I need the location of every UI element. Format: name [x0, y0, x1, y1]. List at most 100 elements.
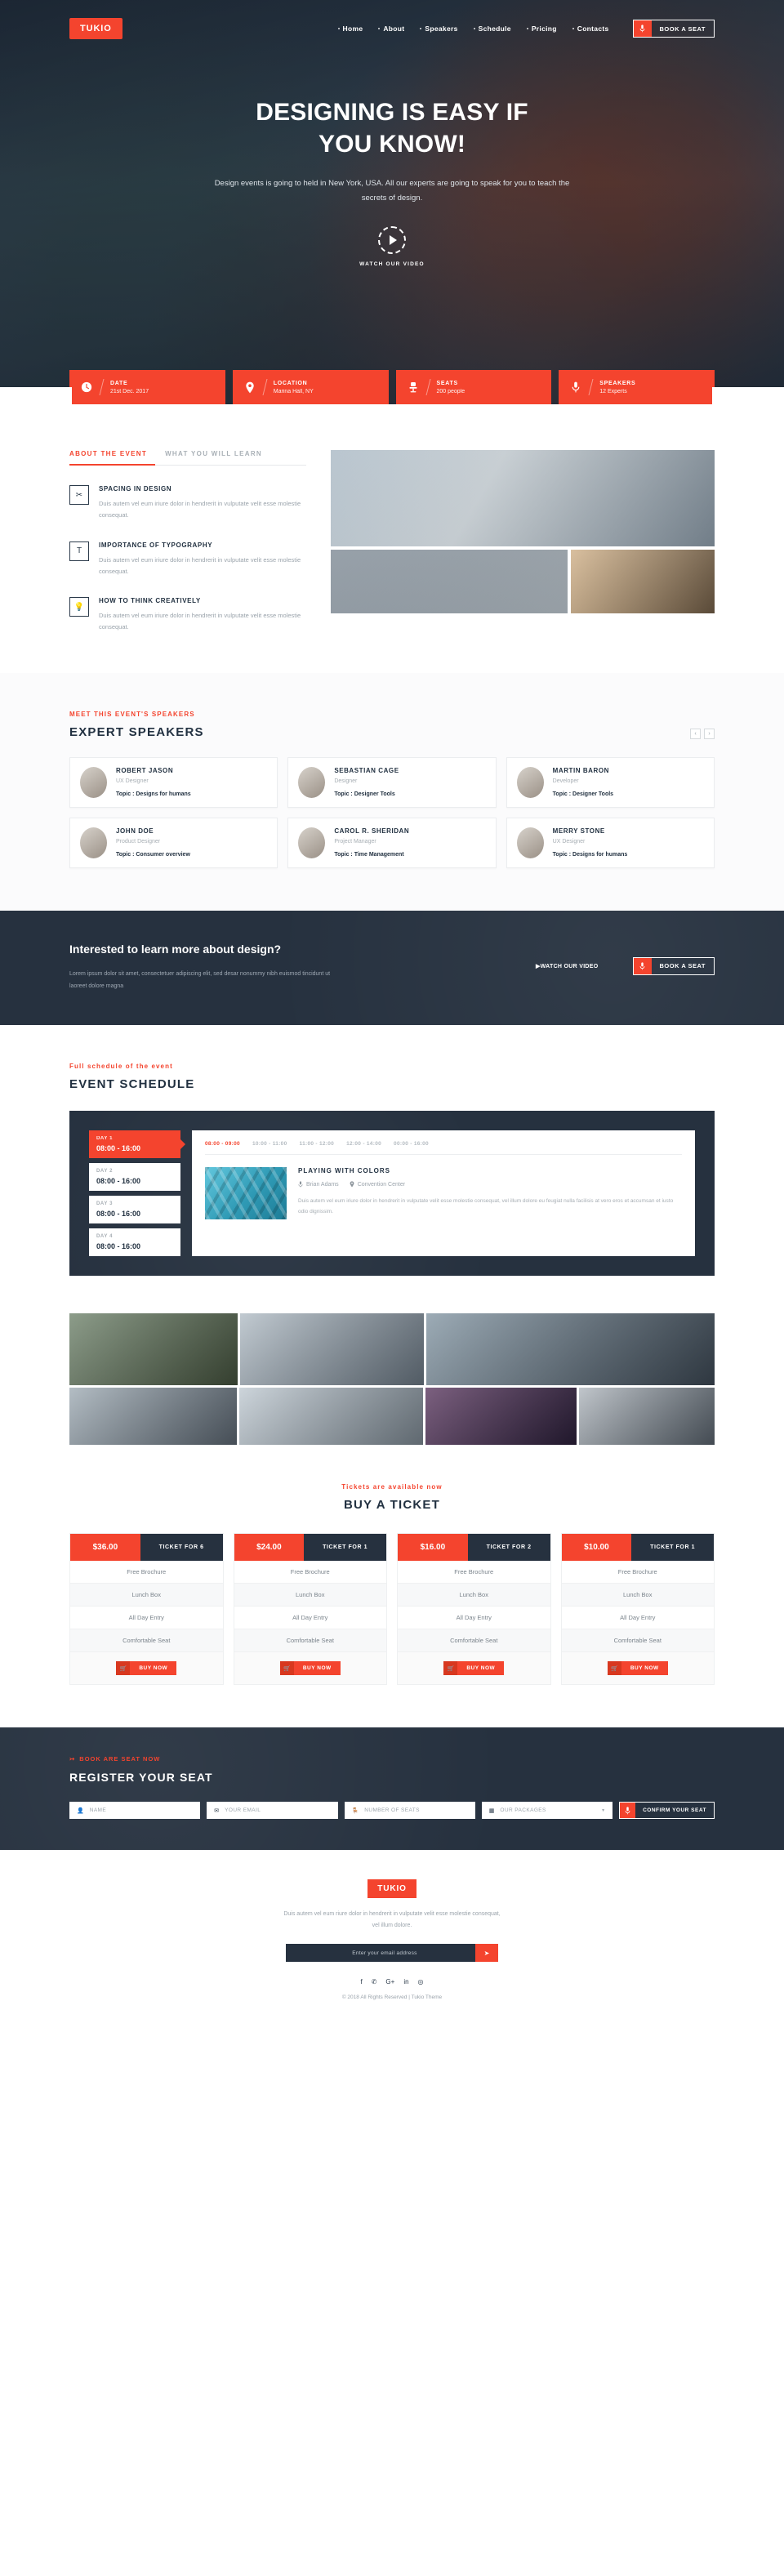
schedule-section: Full schedule of the event EVENT SCHEDUL…: [0, 1025, 784, 1277]
speaker-role: Project Manager: [334, 839, 376, 845]
cart-icon: 🛒: [607, 1661, 621, 1676]
gallery-image[interactable]: [239, 1313, 425, 1386]
gallery-image[interactable]: [239, 1388, 423, 1446]
seats-field[interactable]: 🪑 NUMBER OF SEATS: [344, 1802, 475, 1820]
gallery-image[interactable]: [426, 1313, 715, 1386]
gallery-section: [0, 1276, 784, 1446]
carousel-prev-icon[interactable]: ‹: [690, 728, 701, 739]
time-slot-5[interactable]: 00:00 - 16:00: [394, 1141, 429, 1147]
schedule-day-2[interactable]: DAY 2 08:00 - 16:00: [89, 1163, 180, 1192]
email-field[interactable]: ✉ YOUR EMAIL: [207, 1802, 338, 1820]
google-plus-icon[interactable]: G+: [385, 1978, 394, 1985]
buy-now-button[interactable]: 🛒 BUY NOW: [116, 1661, 177, 1676]
gallery-image[interactable]: [69, 1313, 238, 1386]
watch-video-block[interactable]: WATCH OUR VIDEO: [0, 226, 784, 267]
pricing-price: $16.00: [398, 1534, 468, 1562]
paper-plane-icon[interactable]: ➤: [475, 1944, 498, 1963]
info-card-title: SPEAKERS: [599, 380, 636, 386]
cta-watch-video-link[interactable]: ▶WATCH OUR VIDEO: [536, 963, 599, 969]
speaker-card[interactable]: MERRY STONE UX Designer Topic : Designs …: [506, 817, 715, 868]
info-card-location: LOCATION Marina Hall, NY: [232, 370, 389, 404]
gallery-image[interactable]: [579, 1388, 715, 1446]
event-info-bar: DATE 21st Dec. 2017 LOCATION Marina Hall…: [0, 370, 784, 404]
gallery-image[interactable]: [425, 1388, 577, 1446]
time-slot-3[interactable]: 11:00 - 12:00: [300, 1141, 335, 1147]
twitter-icon[interactable]: ✆: [372, 1978, 377, 1985]
nav-item-schedule[interactable]: Schedule: [474, 25, 511, 33]
avatar: [298, 766, 326, 798]
pricing-feature: Free Brochure: [561, 1561, 714, 1584]
time-slot-1[interactable]: 08:00 - 09:00: [205, 1141, 240, 1147]
footer-logo[interactable]: TUKIO: [368, 1879, 416, 1899]
book-a-seat-button[interactable]: BOOK A SEAT: [632, 20, 715, 38]
cta-paragraph: Lorem ipsum dolor sit amet, consectetuer…: [69, 970, 331, 989]
speakers-kicker: MEET THIS EVENT'S SPEAKERS: [69, 710, 195, 718]
session-venue: Convention Center: [350, 1181, 405, 1188]
schedule-day-3[interactable]: DAY 3 08:00 - 16:00: [89, 1196, 180, 1224]
envelope-icon: ✉: [214, 1807, 220, 1814]
instagram-icon[interactable]: ◎: [418, 1978, 424, 1985]
time-slot-2[interactable]: 10:00 - 11:00: [252, 1141, 287, 1147]
newsletter-input[interactable]: Enter your email address: [286, 1950, 475, 1956]
lightbulb-icon: 💡: [69, 597, 89, 617]
day-label: DAY 1: [96, 1136, 114, 1142]
site-logo[interactable]: TUKIO: [69, 18, 122, 39]
pricing-label: TICKET FOR 2: [467, 1534, 550, 1562]
linkedin-icon[interactable]: in: [403, 1978, 408, 1985]
pricing-grid: $36.00 TICKET FOR 6 Free Brochure Lunch …: [69, 1533, 715, 1686]
schedule-day-4[interactable]: DAY 4 08:00 - 16:00: [89, 1228, 180, 1257]
about-photo-secondary: [331, 550, 568, 613]
schedule-panel: DAY 1 08:00 - 16:00 DAY 2 08:00 - 16:00 …: [69, 1111, 715, 1277]
cart-icon: 🛒: [279, 1661, 294, 1676]
register-section: ↣ BOOK ARE SEAT NOW REGISTER YOUR SEAT 👤…: [0, 1727, 784, 1851]
about-left-column: ABOUT THE EVENT WHAT YOU WILL LEARN ✂ SP…: [69, 450, 306, 634]
map-pin-icon: [243, 381, 256, 394]
cta-book-a-seat-button[interactable]: BOOK A SEAT: [632, 956, 715, 975]
session-description: Duis autem vel eum iriure dolor in hendr…: [298, 1198, 674, 1215]
tab-about-the-event[interactable]: ABOUT THE EVENT: [69, 450, 147, 457]
time-slot-4[interactable]: 12:00 - 14:00: [346, 1141, 381, 1147]
info-card-value: 200 people: [436, 388, 466, 394]
info-card-title: LOCATION: [273, 380, 308, 386]
speaker-topic: Topic : Designs for humans: [552, 852, 628, 858]
speaker-card[interactable]: MARTIN BARON Developer Topic : Designer …: [506, 756, 715, 808]
tab-what-you-will-learn[interactable]: WHAT YOU WILL LEARN: [165, 450, 262, 457]
speaker-name: CAROL R. SHERIDAN: [334, 827, 410, 835]
speaker-topic: Topic : Designer Tools: [552, 791, 614, 797]
feature-title: SPACING IN DESIGN: [99, 485, 172, 492]
hero-title-line2: YOU KNOW!: [318, 131, 466, 158]
speaker-card[interactable]: SEBASTIAN CAGE Designer Topic : Designer…: [287, 756, 497, 808]
buy-now-button[interactable]: 🛒 BUY NOW: [443, 1661, 505, 1676]
nav-item-pricing[interactable]: Pricing: [527, 25, 557, 33]
nav-item-speakers[interactable]: Speakers: [420, 25, 457, 33]
speaker-name: SEBASTIAN CAGE: [334, 767, 399, 774]
nav-item-home[interactable]: Home: [338, 25, 363, 33]
top-navigation-bar: TUKIO Home About Speakers Schedule Prici…: [69, 0, 715, 51]
schedule-day-1[interactable]: DAY 1 08:00 - 16:00: [89, 1130, 180, 1159]
speaker-card[interactable]: ROBERT JASON UX Designer Topic : Designs…: [69, 756, 278, 808]
main-nav: Home About Speakers Schedule Pricing Con…: [338, 20, 715, 38]
buy-now-button[interactable]: 🛒 BUY NOW: [279, 1661, 341, 1676]
packages-select[interactable]: ▦ OUR PACKAGES ▼: [481, 1802, 613, 1820]
name-field[interactable]: 👤 NAME: [69, 1802, 201, 1820]
register-kicker-row: ↣ BOOK ARE SEAT NOW: [69, 1755, 715, 1763]
schedule-time-slots: 08:00 - 09:00 10:00 - 11:00 11:00 - 12:0…: [205, 1141, 682, 1156]
carousel-next-icon[interactable]: ›: [704, 728, 715, 739]
decorative-notch-left: [0, 387, 72, 404]
confirm-seat-button[interactable]: CONFIRM YOUR SEAT: [619, 1802, 715, 1820]
buy-now-button[interactable]: 🛒 BUY NOW: [607, 1661, 668, 1676]
gallery-image[interactable]: [69, 1388, 238, 1446]
speaker-card[interactable]: CAROL R. SHERIDAN Project Manager Topic …: [287, 817, 497, 868]
speaker-card[interactable]: JOHN DOE Product Designer Topic : Consum…: [69, 817, 278, 868]
pricing-card-header: $36.00 TICKET FOR 6: [70, 1534, 223, 1562]
pricing-feature: All Day Entry: [234, 1607, 386, 1630]
play-button-icon[interactable]: [378, 226, 406, 255]
nav-item-about[interactable]: About: [378, 25, 404, 33]
nav-item-contacts[interactable]: Contacts: [572, 25, 609, 33]
divider: [262, 379, 268, 395]
facebook-icon[interactable]: f: [360, 1978, 362, 1985]
speaker-topic: Topic : Designs for humans: [116, 791, 191, 797]
schedule-kicker: Full schedule of the event: [69, 1063, 173, 1071]
buy-now-label: BUY NOW: [130, 1661, 177, 1676]
chair-icon: [407, 381, 420, 393]
